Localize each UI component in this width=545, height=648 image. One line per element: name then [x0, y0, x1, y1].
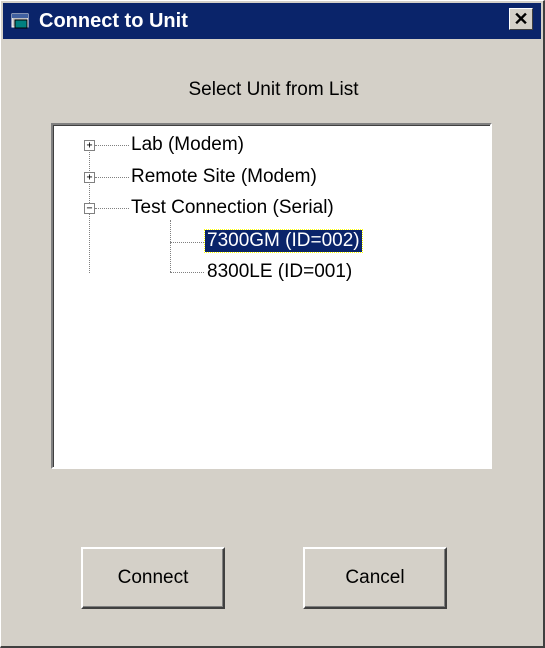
close-icon: ✕: [513, 9, 529, 29]
tree-connector-line: [95, 177, 129, 178]
tree-connector-line: [89, 213, 90, 273]
tree-connector-line: [95, 145, 129, 146]
tree-node-remote-site[interactable]: Remote Site (Modem): [129, 166, 319, 188]
app-window-icon: [11, 13, 29, 29]
connect-button[interactable]: Connect: [81, 547, 225, 609]
tree-connector-line: [95, 208, 129, 209]
expand-icon[interactable]: +: [84, 140, 95, 151]
expand-icon[interactable]: +: [84, 172, 95, 183]
tree-connector-line: [170, 272, 204, 273]
dialog-window: Connect to Unit ✕ Select Unit from List …: [0, 0, 545, 648]
window-title: Connect to Unit: [39, 10, 188, 32]
tree-node-8300le[interactable]: 8300LE (ID=001): [205, 261, 354, 283]
tree-connector-line: [170, 220, 171, 272]
tree-node-7300gm[interactable]: 7300GM (ID=002): [204, 229, 363, 253]
unit-tree-view[interactable]: + Lab (Modem) + Remote Site (Modem) − Te…: [51, 123, 492, 469]
instruction-label: Select Unit from List: [188, 79, 359, 100]
title-bar[interactable]: Connect to Unit ✕: [3, 3, 541, 39]
close-button[interactable]: ✕: [509, 8, 533, 30]
cancel-button[interactable]: Cancel: [303, 547, 447, 609]
tree-node-test-connection[interactable]: Test Connection (Serial): [129, 197, 336, 219]
tree-connector-line: [170, 242, 204, 243]
tree-node-lab[interactable]: Lab (Modem): [129, 134, 246, 156]
collapse-icon[interactable]: −: [84, 203, 95, 214]
